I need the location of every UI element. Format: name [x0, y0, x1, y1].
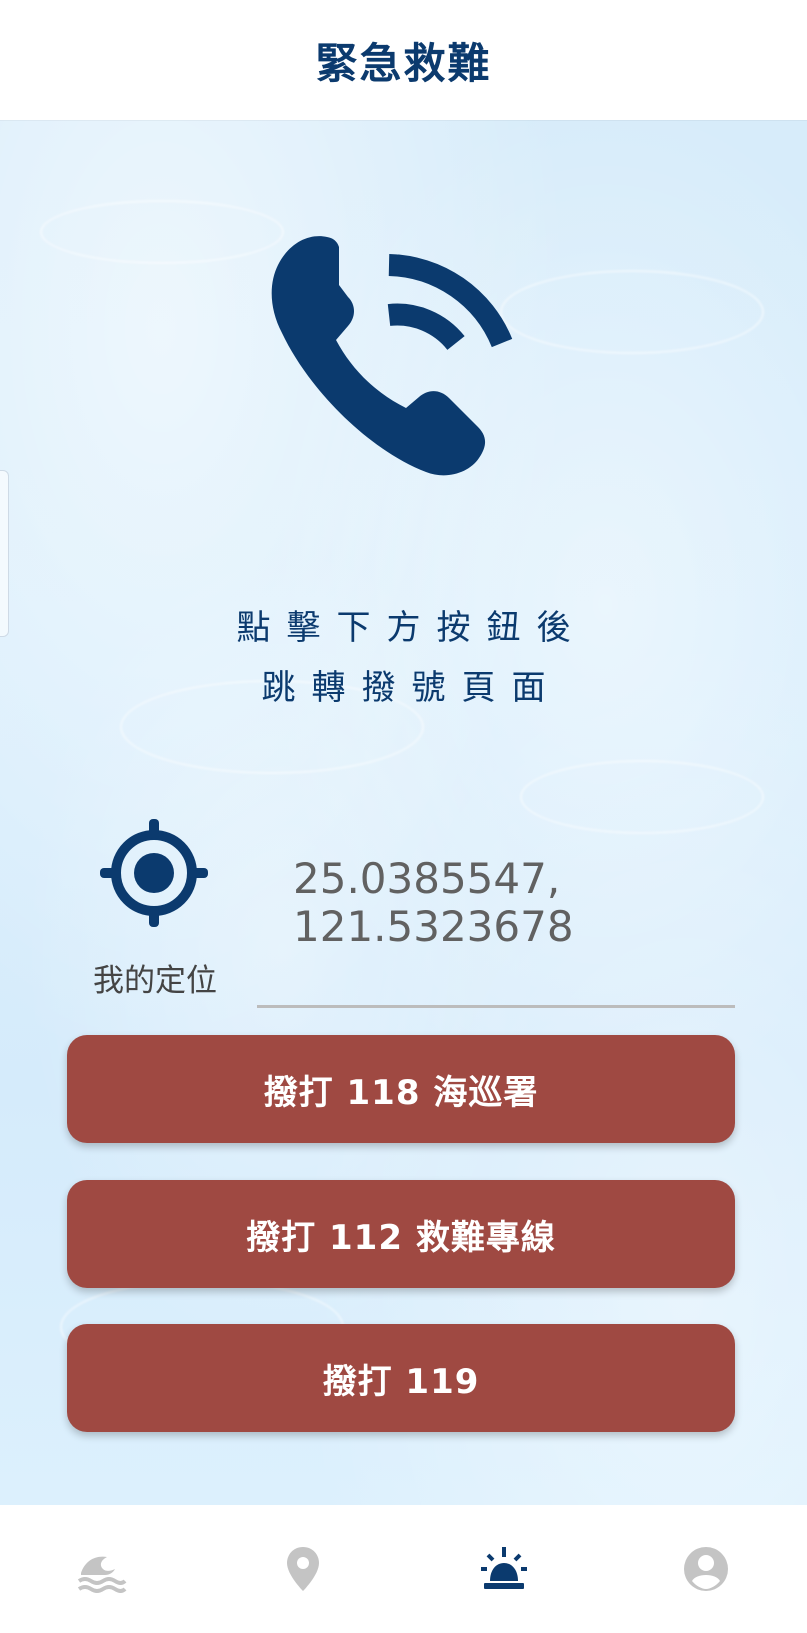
bottom-navigation: [0, 1505, 807, 1633]
call-118-coast-guard-button[interactable]: 撥打 118 海巡署: [67, 1035, 735, 1143]
emergency-beacon-icon: [481, 1547, 528, 1589]
water-ripple: [500, 270, 764, 354]
nav-account[interactable]: [646, 1519, 766, 1619]
emergency-content: 點擊下方按鈕後 跳轉撥號頁面 我的定位 25.0385547, 121.5323…: [0, 120, 807, 1505]
instruction-line-2: 跳轉撥號頁面: [261, 668, 562, 708]
location-target-icon: [100, 819, 208, 927]
location-coordinates-field[interactable]: 25.0385547, 121.5323678: [257, 855, 735, 1008]
phone-call-icon: [271, 236, 513, 476]
nav-map[interactable]: [243, 1519, 363, 1619]
wave-icon: [77, 1556, 127, 1593]
my-location-label: 我的定位: [93, 963, 217, 999]
account-icon: [684, 1547, 729, 1591]
app-header: 緊急救難: [0, 0, 807, 120]
instruction-line-1: 點擊下方按鈕後: [236, 608, 587, 648]
call-112-rescue-button[interactable]: 撥打 112 救難專線: [67, 1180, 735, 1288]
nav-wave[interactable]: [41, 1519, 161, 1619]
call-119-button[interactable]: 撥打 119: [67, 1324, 735, 1432]
water-ripple: [40, 200, 284, 264]
side-drawer-handle[interactable]: [0, 470, 9, 637]
page-title: 緊急救難: [315, 38, 492, 88]
instructions-text: 點擊下方按鈕後 跳轉撥號頁面: [0, 598, 807, 718]
water-ripple: [520, 760, 764, 834]
map-pin-icon: [286, 1547, 319, 1591]
nav-emergency[interactable]: [444, 1519, 564, 1619]
location-coordinates-value: 25.0385547, 121.5323678: [293, 854, 574, 951]
